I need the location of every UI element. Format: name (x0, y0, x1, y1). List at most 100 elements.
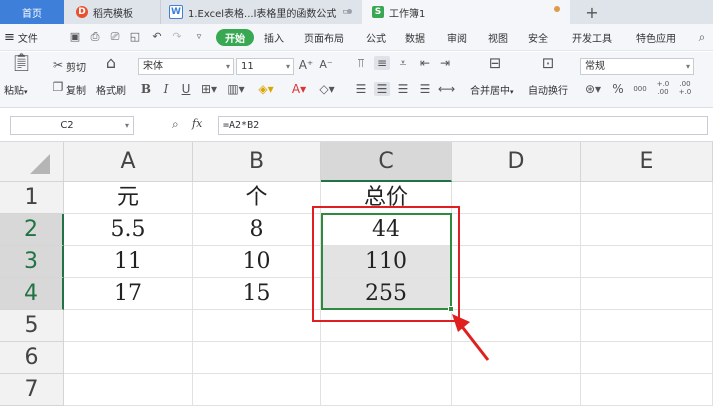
menu-dev-tools[interactable]: 开发工具 (572, 24, 612, 51)
thousands-button[interactable]: 000 (632, 82, 648, 96)
redo-icon[interactable]: ↷ (170, 30, 184, 44)
font-name-select[interactable]: 宋体 ▾ (138, 58, 234, 75)
wrap-text-button[interactable]: 自动换行 (528, 82, 568, 97)
quick-access-dropdown-icon[interactable]: ▿ (192, 30, 206, 44)
cell-a3[interactable]: 11 (64, 246, 193, 278)
menu-view[interactable]: 视图 (488, 24, 508, 51)
search-icon[interactable]: ⌕ (695, 30, 709, 44)
cell-b4[interactable]: 15 (193, 278, 321, 310)
cell-d7[interactable] (452, 374, 581, 406)
undo-icon[interactable]: ↶ (150, 30, 164, 44)
indent-decrease-icon[interactable]: ⇤ (418, 56, 432, 70)
menu-review[interactable]: 审阅 (447, 24, 467, 51)
tab-workbook[interactable]: S 工作簿1 (362, 0, 570, 24)
paste-icon[interactable]: 📋︎ (10, 54, 33, 72)
name-box[interactable]: C2 ▾ (10, 116, 134, 135)
menu-insert[interactable]: 插入 (264, 24, 284, 51)
column-header-c[interactable]: C (321, 142, 452, 182)
cell-d4[interactable] (452, 278, 581, 310)
fill-style-icon[interactable]: ▥▾ (226, 82, 246, 96)
copy-button[interactable]: 复制 (66, 82, 86, 97)
cell-b6[interactable] (193, 342, 321, 374)
align-top-icon[interactable]: ⫪ (354, 56, 368, 70)
menu-special[interactable]: 特色应用 (636, 24, 676, 51)
new-tab-button[interactable]: + (580, 0, 604, 24)
menu-formula[interactable]: 公式 (366, 24, 386, 51)
cell-b3[interactable]: 10 (193, 246, 321, 278)
select-all-corner[interactable] (0, 142, 64, 182)
decrease-font-icon[interactable]: A⁻ (318, 58, 334, 72)
cell-e3[interactable] (581, 246, 713, 278)
cell-e6[interactable] (581, 342, 713, 374)
export-pdf-icon[interactable]: ⎙ (88, 30, 102, 44)
justify-icon[interactable]: ☰ (418, 82, 432, 96)
decrease-decimal-button[interactable]: .00 +.0 (676, 80, 694, 96)
tab-home[interactable]: 首页 (0, 0, 64, 24)
menu-security[interactable]: 安全 (528, 24, 548, 51)
align-middle-icon[interactable]: ≡ (374, 56, 390, 70)
increase-decimal-button[interactable]: +.0 .00 (654, 80, 672, 96)
row-header-4[interactable]: 4 (0, 278, 64, 310)
cell-b5[interactable] (193, 310, 321, 342)
merge-center-button[interactable]: 合并居中▾ (470, 82, 514, 97)
cell-d1[interactable] (452, 182, 581, 214)
align-bottom-icon[interactable]: ⩡ (396, 56, 410, 70)
column-header-d[interactable]: D (452, 142, 581, 182)
tab-daoke[interactable]: D 稻壳模板 (66, 0, 158, 24)
bold-icon[interactable]: B (140, 82, 152, 96)
column-header-a[interactable]: A (64, 142, 193, 182)
tab-document[interactable]: W 1.Excel表格...l表格里的函数公式 ▭ (160, 0, 360, 24)
print-preview-icon[interactable]: ◱ (128, 30, 142, 44)
cell-d2[interactable] (452, 214, 581, 246)
menu-data[interactable]: 数据 (405, 24, 425, 51)
indent-increase-icon[interactable]: ⇥ (438, 56, 452, 70)
cut-button[interactable]: 剪切 (66, 59, 86, 74)
menu-page-layout[interactable]: 页面布局 (304, 24, 344, 51)
menu-start[interactable]: 开始 (216, 29, 254, 46)
percent-button[interactable]: % (612, 82, 624, 96)
paste-button[interactable]: 粘贴▾ (4, 82, 28, 97)
insert-function-button[interactable]: fx (192, 117, 202, 130)
cell-c6[interactable] (321, 342, 452, 374)
font-size-select[interactable]: 11 ▾ (236, 58, 294, 75)
align-left-icon[interactable]: ☰ (354, 82, 368, 96)
cell-e7[interactable] (581, 374, 713, 406)
row-header-5[interactable]: 5 (0, 310, 64, 342)
scissors-icon[interactable]: ✂ (52, 58, 64, 72)
cell-a5[interactable] (64, 310, 193, 342)
format-painter-icon[interactable]: ⌂ (102, 55, 120, 71)
print-icon[interactable]: ⎚ (108, 30, 122, 44)
cell-b2[interactable]: 8 (193, 214, 321, 246)
cell-a7[interactable] (64, 374, 193, 406)
currency-icon[interactable]: ⊛▾ (584, 82, 602, 96)
underline-icon[interactable]: U (180, 82, 192, 96)
row-header-3[interactable]: 3 (0, 246, 64, 278)
wrap-text-icon[interactable]: ⊡ (538, 56, 558, 71)
cell-e2[interactable] (581, 214, 713, 246)
cell-e5[interactable] (581, 310, 713, 342)
number-format-select[interactable]: 常规 ▾ (580, 58, 694, 75)
border-icon[interactable]: ⊞▾ (200, 82, 218, 96)
copy-icon[interactable]: ❐ (52, 80, 64, 94)
fill-color-icon[interactable]: ◈▾ (256, 82, 276, 96)
font-color-icon[interactable]: A▾ (290, 82, 308, 96)
distributed-icon[interactable]: ⟷ (438, 82, 455, 96)
save-icon[interactable]: ▣ (68, 30, 82, 44)
row-header-6[interactable]: 6 (0, 342, 64, 374)
increase-font-icon[interactable]: A⁺ (298, 58, 314, 72)
cell-a4[interactable]: 17 (64, 278, 193, 310)
clear-format-icon[interactable]: ◇▾ (318, 82, 336, 96)
row-header-7[interactable]: 7 (0, 374, 64, 406)
cell-e4[interactable] (581, 278, 713, 310)
column-header-b[interactable]: B (193, 142, 321, 182)
align-right-icon[interactable]: ☰ (396, 82, 410, 96)
format-painter-button[interactable]: 格式刷 (96, 82, 126, 97)
cell-a1[interactable]: 元 (64, 182, 193, 214)
italic-icon[interactable]: I (160, 82, 172, 96)
formula-input[interactable]: =A2*B2 (218, 116, 708, 135)
row-header-1[interactable]: 1 (0, 182, 64, 214)
menu-file[interactable]: ≡ 文件 (4, 24, 38, 51)
align-center-icon[interactable]: ☰ (374, 82, 390, 96)
cell-b7[interactable] (193, 374, 321, 406)
cell-b1[interactable]: 个 (193, 182, 321, 214)
